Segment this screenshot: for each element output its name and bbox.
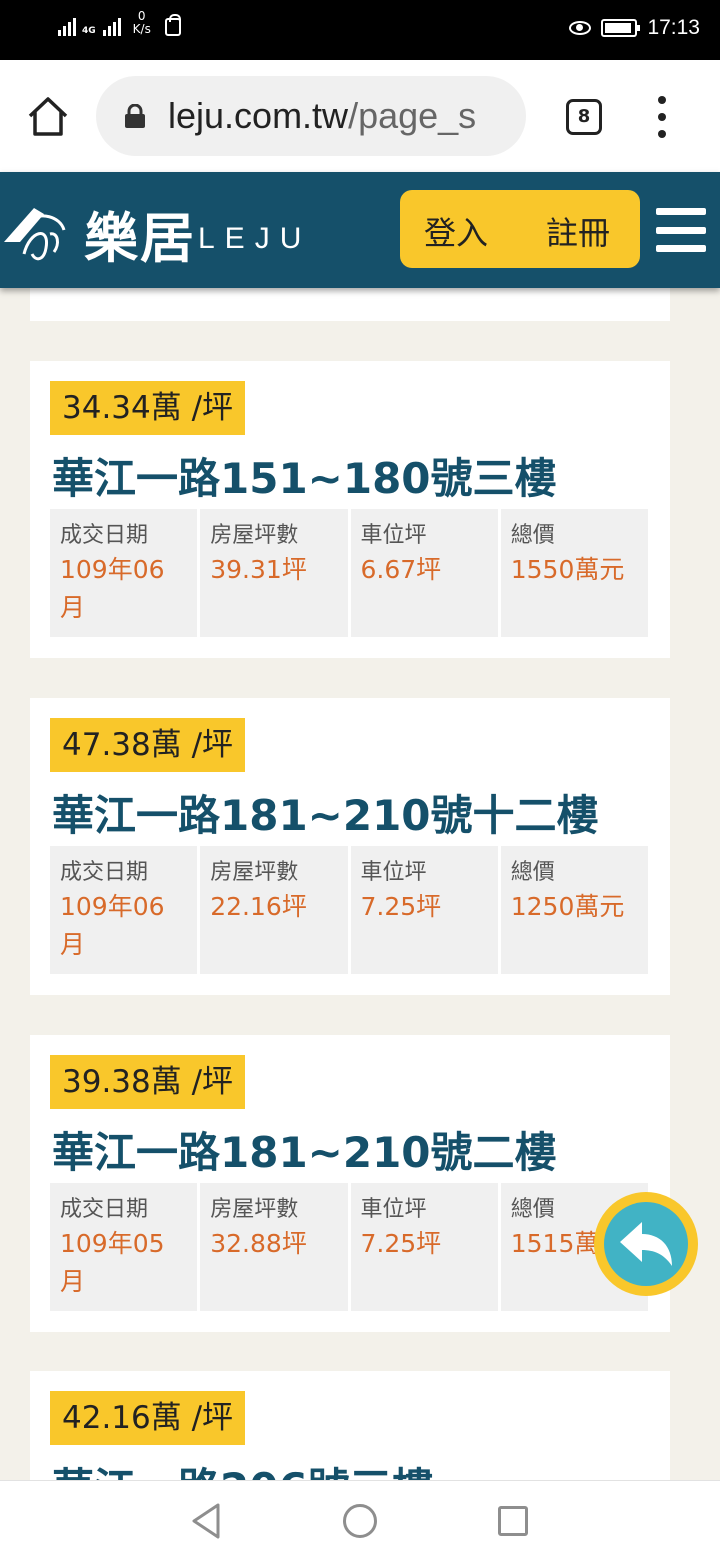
detail-parking: 車位坪 7.25坪 <box>350 846 498 974</box>
browser-toolbar: leju.com.tw/page_s 8 <box>0 60 720 172</box>
detail-date: 成交日期 109年05月 <box>50 1183 198 1311</box>
browser-menu-icon[interactable] <box>650 96 674 138</box>
battery-icon <box>601 19 641 37</box>
shop-icon <box>164 14 181 36</box>
price-per-ping-badge: 47.38萬 /坪 <box>50 718 246 772</box>
status-left: 4G 0 K/s <box>58 10 181 36</box>
listing-address[interactable]: 華江一路181~210號十二樓 <box>52 782 599 843</box>
logo-english[interactable]: LEJU <box>198 222 311 256</box>
listing-address[interactable]: 華江一路151~180號三樓 <box>52 445 557 506</box>
reply-arrow-icon <box>620 1222 672 1266</box>
listing-card[interactable]: 34.34萬 /坪 華江一路151~180號三樓 成交日期 109年06月 房屋坪… <box>30 361 670 658</box>
detail-total: 總價 1250萬元 <box>500 846 648 974</box>
site-header: 樂居 LEJU 登入 註冊 <box>0 172 720 288</box>
url-text: leju.com.tw/page_s <box>168 95 477 136</box>
price-per-ping-badge: 34.34萬 /坪 <box>50 381 246 435</box>
price-per-ping-badge: 39.38萬 /坪 <box>50 1055 246 1109</box>
nav-home-icon[interactable] <box>343 1504 377 1538</box>
detail-area: 房屋坪數 32.88坪 <box>200 1183 348 1311</box>
detail-total: 總價 1550萬元 <box>500 509 648 637</box>
login-button[interactable]: 登入 <box>424 208 488 254</box>
auth-buttons: 登入 註冊 <box>400 190 640 268</box>
hamburger-menu-icon[interactable] <box>656 208 706 252</box>
signal-icon <box>58 14 76 36</box>
listing-details: 成交日期 109年06月 房屋坪數 39.31坪 車位坪 6.67坪 總價 1550萬元 <box>50 509 648 637</box>
tab-switcher-button[interactable]: 8 <box>566 99 602 135</box>
listing-card[interactable]: 47.38萬 /坪 華江一路181~210號十二樓 成交日期 109年06月 房屋… <box>30 698 670 995</box>
eye-icon <box>569 21 592 35</box>
net-speed: 0 K/s <box>132 9 151 36</box>
signal-icon <box>102 14 121 36</box>
listing-address[interactable]: 華江一路206號三樓 <box>52 1455 434 1480</box>
system-nav-bar <box>0 1480 720 1560</box>
listing-details: 成交日期 109年05月 房屋坪數 32.88坪 車位坪 7.25坪 總價 1515萬元 <box>50 1183 648 1311</box>
listing-card[interactable]: 42.16萬 /坪 華江一路206號三樓 <box>30 1371 670 1480</box>
home-icon[interactable] <box>26 94 70 138</box>
detail-date: 成交日期 109年06月 <box>50 509 198 637</box>
logo-chinese[interactable]: 樂居 <box>84 194 196 273</box>
nav-back-icon[interactable] <box>186 1501 226 1541</box>
status-bar: 4G 0 K/s 17:13 <box>0 0 720 60</box>
detail-area: 房屋坪數 39.31坪 <box>200 509 348 637</box>
detail-parking: 車位坪 7.25坪 <box>350 1183 498 1311</box>
listing-card[interactable]: 39.38萬 /坪 華江一路181~210號二樓 成交日期 109年05月 房屋坪… <box>30 1035 670 1332</box>
clock: 17:13 <box>647 16 700 39</box>
listing-address[interactable]: 華江一路181~210號二樓 <box>52 1119 557 1180</box>
network-type: 4G <box>82 26 96 36</box>
listing-card <box>30 288 670 321</box>
lock-icon <box>125 104 145 128</box>
back-to-list-button[interactable] <box>594 1192 698 1296</box>
nav-recents-icon[interactable] <box>498 1506 528 1536</box>
detail-date: 成交日期 109年06月 <box>50 846 198 974</box>
leju-logo-icon[interactable] <box>0 190 78 270</box>
address-bar[interactable]: leju.com.tw/page_s <box>96 76 526 156</box>
listing-details: 成交日期 109年06月 房屋坪數 22.16坪 車位坪 7.25坪 總價 1250萬元 <box>50 846 648 974</box>
register-button[interactable]: 註冊 <box>546 208 610 254</box>
listings-content: 34.34萬 /坪 華江一路151~180號三樓 成交日期 109年06月 房屋坪… <box>0 288 720 1480</box>
status-right: 17:13 <box>569 16 700 40</box>
detail-area: 房屋坪數 22.16坪 <box>200 846 348 974</box>
detail-parking: 車位坪 6.67坪 <box>350 509 498 637</box>
price-per-ping-badge: 42.16萬 /坪 <box>50 1391 246 1445</box>
